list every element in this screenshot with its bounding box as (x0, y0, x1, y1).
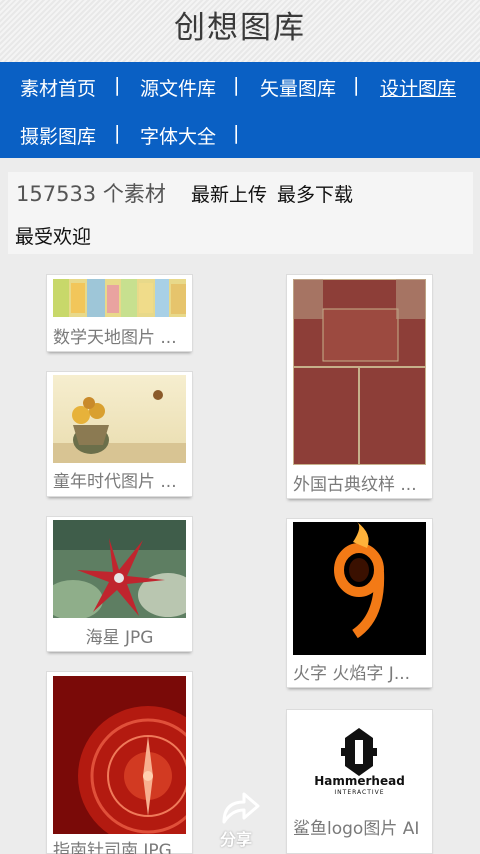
nav-item-vector[interactable]: 矢量图库 (260, 74, 336, 101)
nav-item-photo[interactable]: 摄影图库 (20, 122, 96, 149)
thumbnail-image (53, 375, 186, 463)
hammerhead-logo-text: Hammerhead (314, 774, 405, 788)
nav-separator: | (353, 74, 360, 96)
asset-count: 157533 个素材 (16, 182, 166, 206)
asset-card-hammerhead[interactable]: Hammerhead INTERACTIVE 鲨鱼logo图片 AI (286, 709, 433, 854)
category-nav: 素材首页 | 源文件库 | 矢量图库 | 设计图库 摄影图库 | 字体大全 | (0, 62, 480, 158)
asset-card-compass[interactable]: 指南针司南 JPG (46, 671, 193, 854)
nav-item-design[interactable]: 设计图库 (380, 74, 456, 101)
sort-popular-link[interactable]: 最受欢迎 (15, 222, 91, 249)
thumbnail-image (53, 279, 186, 317)
thumbnail-image (293, 279, 426, 465)
asset-caption: 鲨鱼logo图片 AI (293, 819, 420, 839)
app-header: 创想图库 (0, 0, 480, 62)
asset-caption: 火字 火焰字 J... (293, 664, 411, 684)
thumbnail-image (53, 676, 186, 834)
share-arrow-icon (222, 792, 260, 824)
nav-item-source[interactable]: 源文件库 (140, 74, 216, 101)
asset-caption: 海星 JPG (85, 628, 154, 648)
sort-newest-link[interactable]: 最新上传 (191, 180, 267, 207)
asset-card-math[interactable]: 数学天地图片 ... (46, 274, 193, 352)
sort-downloads-link[interactable]: 最多下载 (277, 180, 353, 207)
share-button[interactable]: 分享 (218, 788, 262, 849)
asset-caption: 指南针司南 JPG (53, 841, 172, 854)
info-bar: 157533 个素材 最新上传 最多下载 最受欢迎 (8, 172, 473, 254)
asset-card-fire-font[interactable]: 火字 火焰字 J... (286, 518, 433, 688)
share-label: 分享 (220, 830, 253, 849)
asset-card-pattern[interactable]: 外国古典纹样 ... (286, 274, 433, 499)
nav-separator: | (114, 122, 121, 144)
asset-card-childhood[interactable]: 童年时代图片 ... (46, 371, 193, 497)
nav-item-fonts[interactable]: 字体大全 (140, 122, 216, 149)
site-title: 创想图库 (174, 10, 306, 46)
nav-separator: | (233, 122, 240, 144)
hammerhead-logo-subtext: INTERACTIVE (334, 789, 385, 796)
asset-caption: 外国古典纹样 ... (293, 475, 417, 495)
asset-caption: 数学天地图片 ... (53, 328, 177, 348)
thumbnail-image (293, 522, 426, 655)
asset-caption: 童年时代图片 ... (53, 472, 177, 492)
nav-separator: | (233, 74, 240, 96)
nav-item-home[interactable]: 素材首页 (20, 74, 96, 101)
asset-card-starfish[interactable]: 海星 JPG (46, 516, 193, 652)
nav-separator: | (114, 74, 121, 96)
thumbnail-image (53, 520, 186, 618)
